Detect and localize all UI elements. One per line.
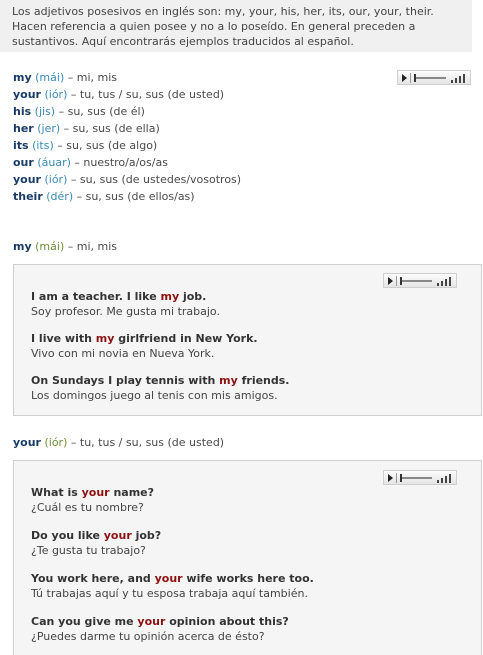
progress-track[interactable] xyxy=(414,77,446,79)
play-icon[interactable] xyxy=(402,74,407,82)
spanish-translation: Soy profesor. Me gusta mi trabajo. xyxy=(31,305,220,318)
section-meaning: – tu, tus / su, sus (de usted) xyxy=(70,436,225,449)
highlighted-word: your xyxy=(81,486,110,499)
highlighted-word: your xyxy=(137,615,166,628)
example-item: On Sundays I play tennis with my friends… xyxy=(31,373,289,403)
list-item: their (dér) – su, sus (de ellos/as) xyxy=(13,188,241,205)
pronunciation: (mái) xyxy=(35,71,65,84)
adjective-word: our xyxy=(13,156,34,169)
progress-handle[interactable] xyxy=(414,74,416,82)
adjective-word: your xyxy=(13,88,41,101)
highlighted-word: your xyxy=(103,529,132,542)
intro-panel: Los adjetivos posesivos en inglés son: m… xyxy=(0,0,472,52)
example-item: I am a teacher. I like my job. Soy profe… xyxy=(31,289,220,319)
spanish-translation: ¿Te gusta tu trabajo? xyxy=(31,544,146,557)
section-heading-my: my (mái) – mi, mis xyxy=(13,240,117,253)
progress-handle[interactable] xyxy=(400,277,402,285)
volume-icon[interactable] xyxy=(451,74,467,83)
english-sentence: Can you give me your opinion about this? xyxy=(31,615,289,628)
progress-handle[interactable] xyxy=(400,474,402,482)
example-item: You work here, and your wife works here … xyxy=(31,571,314,601)
adjective-word: her xyxy=(13,122,34,135)
volume-icon[interactable] xyxy=(437,474,453,483)
play-icon[interactable] xyxy=(388,277,393,285)
pronunciation: (jer) xyxy=(37,122,61,135)
adjective-word: their xyxy=(13,190,43,203)
list-item: its (its) – su, sus (de algo) xyxy=(13,137,241,154)
highlighted-word: your xyxy=(154,572,183,585)
spanish-translation: ¿Puedes darme tu opinión acerca de ésto? xyxy=(31,630,265,643)
list-item: my (mái) – mi, mis xyxy=(13,69,241,86)
audio-player-overview[interactable] xyxy=(397,70,471,85)
english-sentence: On Sundays I play tennis with my friends… xyxy=(31,374,290,387)
volume-icon[interactable] xyxy=(437,277,453,286)
pronunciation: (áuar) xyxy=(37,156,71,169)
play-icon[interactable] xyxy=(388,474,393,482)
progress-track[interactable] xyxy=(400,477,432,479)
english-sentence: You work here, and your wife works here … xyxy=(31,572,314,585)
meaning: – su, sus (de ella) xyxy=(63,122,160,135)
adjective-word: your xyxy=(13,173,41,186)
highlighted-word: my xyxy=(219,374,238,387)
list-item: her (jer) – su, sus (de ella) xyxy=(13,120,241,137)
example-item: What is your name? ¿Cuál es tu nombre? xyxy=(31,485,154,515)
adjective-word: its xyxy=(13,139,29,152)
example-item: Can you give me your opinion about this?… xyxy=(31,614,289,644)
meaning: – su, sus (de ellos/as) xyxy=(76,190,195,203)
list-item: our (áuar) – nuestro/a/os/as xyxy=(13,154,241,171)
section-pronunciation: (iór) xyxy=(44,436,68,449)
section-word: my xyxy=(13,240,32,253)
adjectives-list: my (mái) – mi, mis your (iór) – tu, tus … xyxy=(13,69,241,205)
spanish-translation: Los domingos juego al tenis con mis amig… xyxy=(31,389,278,402)
section-heading-your: your (iór) – tu, tus / su, sus (de usted… xyxy=(13,436,224,449)
spanish-translation: Vivo con mi novia en Nueva York. xyxy=(31,347,215,360)
example-item: Do you like your job? ¿Te gusta tu traba… xyxy=(31,528,161,558)
audio-player-my[interactable] xyxy=(383,273,457,288)
divider xyxy=(396,473,397,483)
english-sentence: I am a teacher. I like my job. xyxy=(31,290,207,303)
highlighted-word: my xyxy=(160,290,180,303)
intro-line-1: Los adjetivos posesivos en inglés son: m… xyxy=(12,5,434,18)
meaning: – su, sus (de él) xyxy=(58,105,145,118)
progress-track[interactable] xyxy=(400,280,432,282)
english-sentence: I live with my girlfriend in New York. xyxy=(31,332,258,345)
pronunciation: (iór) xyxy=(44,173,68,186)
examples-box-your: What is your name? ¿Cuál es tu nombre? D… xyxy=(13,460,482,655)
list-item: your (iór) – tu, tus / su, sus (de usted… xyxy=(13,86,241,103)
adjective-word: his xyxy=(13,105,32,118)
meaning: – su, sus (de ustedes/vosotros) xyxy=(70,173,242,186)
intro-line-2: Hacen referencia a quien posee y no a lo… xyxy=(12,20,416,33)
pronunciation: (its) xyxy=(32,139,54,152)
section-meaning: – mi, mis xyxy=(67,240,118,253)
pronunciation: (dér) xyxy=(46,190,74,203)
section-pronunciation: (mái) xyxy=(35,240,65,253)
meaning: – mi, mis xyxy=(67,71,118,84)
section-word: your xyxy=(13,436,41,449)
example-item: I live with my girlfriend in New York. V… xyxy=(31,331,258,361)
highlighted-word: my xyxy=(95,332,115,345)
adjective-word: my xyxy=(13,71,32,84)
spanish-translation: ¿Cuál es tu nombre? xyxy=(31,501,144,514)
meaning: – nuestro/a/os/as xyxy=(74,156,168,169)
pronunciation: (jis) xyxy=(34,105,56,118)
examples-box-my: I am a teacher. I like my job. Soy profe… xyxy=(13,264,482,416)
meaning: – tu, tus / su, sus (de usted) xyxy=(70,88,225,101)
divider xyxy=(410,73,411,83)
intro-line-3: sustantivos. Aquí encontrarás ejemplos t… xyxy=(12,35,354,48)
meaning: – su, sus (de algo) xyxy=(57,139,158,152)
english-sentence: What is your name? xyxy=(31,486,154,499)
spanish-translation: Tú trabajas aquí y tu esposa trabaja aqu… xyxy=(31,587,308,600)
english-sentence: Do you like your job? xyxy=(31,529,162,542)
list-item: his (jis) – su, sus (de él) xyxy=(13,103,241,120)
list-item: your (iór) – su, sus (de ustedes/vosotro… xyxy=(13,171,241,188)
pronunciation: (iór) xyxy=(44,88,68,101)
audio-player-your[interactable] xyxy=(383,470,457,485)
divider xyxy=(396,276,397,286)
